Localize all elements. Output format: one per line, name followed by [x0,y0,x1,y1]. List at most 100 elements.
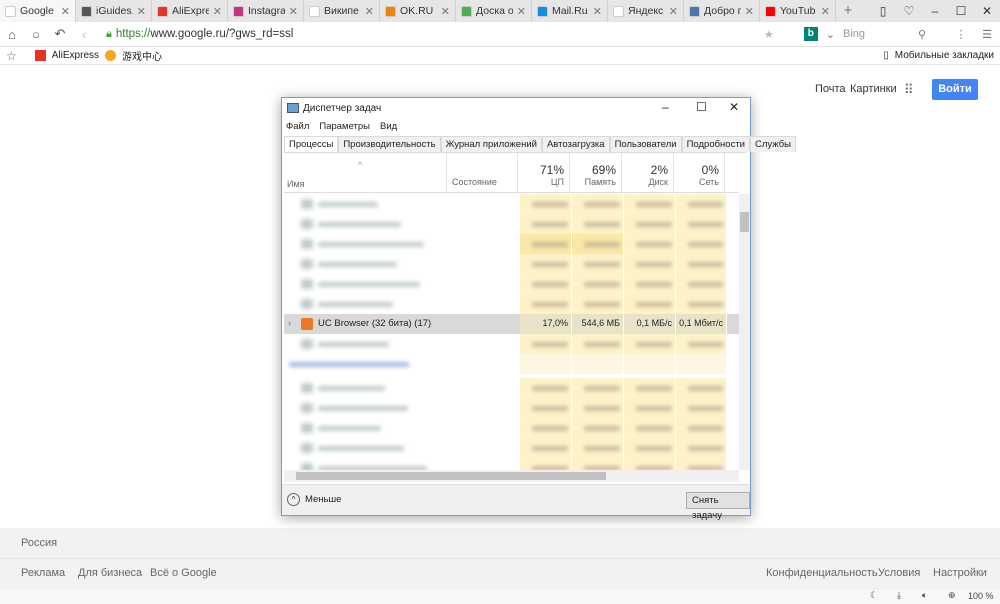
expand-icon[interactable]: › [288,318,291,328]
process-row[interactable] [284,194,739,214]
browser-tab[interactable]: Instagra ✕ [228,0,304,22]
hamburger-icon[interactable]: ☰ [974,28,1000,41]
back-icon[interactable]: ‹ [72,27,96,42]
process-row[interactable] [284,334,739,354]
process-row[interactable] [284,294,739,314]
url-input[interactable]: https://www.google.ru/?gws_rd=ssl [116,28,764,40]
bookmark-star-icon[interactable]: ☆ [6,49,17,63]
col-cpu-header[interactable]: 71% ЦП [518,153,570,193]
browser-tab[interactable]: iGuides.r ✕ [76,0,152,22]
process-row[interactable] [284,274,739,294]
bookmark-games[interactable]: 游戏中心 [122,48,162,63]
night-mode-icon[interactable]: ☾ [870,590,878,601]
chevron-down-icon[interactable]: ⌄ [826,28,835,41]
tab-services[interactable]: Службы [750,136,796,152]
col-disk-header[interactable]: 2% Диск [622,153,674,193]
col-net-header[interactable]: 0% Сеть [674,153,725,193]
browser-tab[interactable]: Mail.Ru ✕ [532,0,608,22]
mobile-bookmarks[interactable]: Мобильные закладки [895,50,994,61]
tab-startup[interactable]: Автозагрузка [541,136,610,152]
tile-icon[interactable]: ▯ [870,0,896,22]
menu-view[interactable]: Вид [380,121,397,132]
process-row[interactable] [284,354,739,374]
minimize-button[interactable]: – [662,100,669,114]
footer-settings[interactable]: Настройки [933,567,987,579]
zoom-icon[interactable]: ⊕ [948,590,956,601]
volume-icon[interactable]: 🔈︎ [922,590,927,601]
tab-app-history[interactable]: Журнал приложений [440,136,542,152]
reload-icon[interactable]: ○ [24,27,48,42]
process-row[interactable] [284,214,739,234]
close-tab-icon[interactable]: ✕ [137,5,146,18]
undo-icon[interactable]: ↶ [48,26,72,42]
signin-button[interactable]: Войти [932,79,978,100]
process-row-uc-browser[interactable]: › UC Browser (32 бита) (17) 17,0% 544,6 МБ… [284,314,739,334]
close-tab-icon[interactable]: ✕ [821,5,830,18]
search-input[interactable]: Bing [843,28,918,40]
minimize-icon[interactable]: – [922,0,948,22]
vertical-scrollbar[interactable] [739,194,750,470]
browser-tab[interactable]: Википе ✕ [304,0,380,22]
menu-file[interactable]: Файл [286,121,309,132]
browser-tab[interactable]: Доска о ✕ [456,0,532,22]
home-icon[interactable]: ⌂ [0,27,24,42]
blurred-process-icon [301,259,313,269]
col-name[interactable]: Имя [287,179,305,189]
tab-performance[interactable]: Производительность [338,136,441,152]
close-tab-icon[interactable]: ✕ [365,5,374,18]
close-tab-icon[interactable]: ✕ [669,5,678,18]
horizontal-scrollbar[interactable] [284,470,739,482]
col-net: Сеть [698,177,719,187]
process-row[interactable] [284,418,739,438]
close-tab-icon[interactable]: ✕ [593,5,602,18]
footer-terms[interactable]: Условия [878,567,920,579]
close-button[interactable]: ✕ [729,100,739,114]
process-row[interactable] [284,398,739,418]
browser-tab[interactable]: YouTub ✕ [760,0,836,22]
bookmark-aliexpress[interactable]: AliExpress [52,50,99,61]
star-icon[interactable]: ★ [764,28,774,41]
tab-users[interactable]: Пользователи [609,136,682,152]
process-row[interactable] [284,254,739,274]
process-row[interactable] [284,378,739,398]
tab-favicon-icon [689,5,700,17]
browser-tab[interactable]: Яндекс ✕ [608,0,684,22]
close-tab-icon[interactable]: ✕ [745,5,754,18]
col-status-header[interactable]: Состояние [446,153,518,193]
footer-privacy[interactable]: Конфиденциальность [766,567,878,579]
tab-label: Mail.Ru [552,5,588,17]
fewer-details-link[interactable]: Меньше [305,494,341,505]
close-tab-icon[interactable]: ✕ [61,5,70,18]
tab-processes[interactable]: Процессы [284,136,339,152]
end-task-button[interactable]: Снять задачу [686,492,750,521]
download-icon[interactable]: ⤓ [897,590,901,601]
menu-options[interactable]: Параметры [319,121,370,132]
new-tab-button[interactable]: + [836,0,860,22]
browser-tab[interactable]: Google ✕ [0,0,76,22]
browser-tab[interactable]: AliExpres ✕ [152,0,228,22]
maximize-button[interactable]: ☐ [696,100,707,114]
footer-about[interactable]: Всё о Google [150,567,217,579]
apps-grid-icon[interactable]: ⠿ [904,82,913,98]
skin-icon[interactable]: ♡ [896,0,922,22]
chevron-up-icon[interactable]: ^ [287,493,300,506]
close-icon[interactable]: ✕ [974,0,1000,22]
footer-business[interactable]: Для бизнеса [78,567,142,579]
close-tab-icon[interactable]: ✕ [289,5,298,18]
gmail-link[interactable]: Почта [815,83,846,95]
process-row[interactable] [284,234,739,254]
menu-dots-icon[interactable]: ⋮ [948,28,974,41]
close-tab-icon[interactable]: ✕ [441,5,450,18]
bing-icon[interactable]: b [803,27,818,41]
tab-details[interactable]: Подробности [681,136,750,152]
search-icon[interactable]: ⚲ [918,28,948,41]
browser-tab[interactable]: Добро п ✕ [684,0,760,22]
col-mem-header[interactable]: 69% Память [570,153,622,193]
images-link[interactable]: Картинки [850,83,897,95]
maximize-icon[interactable]: ☐ [948,0,974,22]
process-row[interactable] [284,438,739,458]
close-tab-icon[interactable]: ✕ [517,5,526,18]
footer-ads[interactable]: Реклама [21,567,65,579]
close-tab-icon[interactable]: ✕ [213,5,222,18]
browser-tab[interactable]: OK.RU ✕ [380,0,456,22]
